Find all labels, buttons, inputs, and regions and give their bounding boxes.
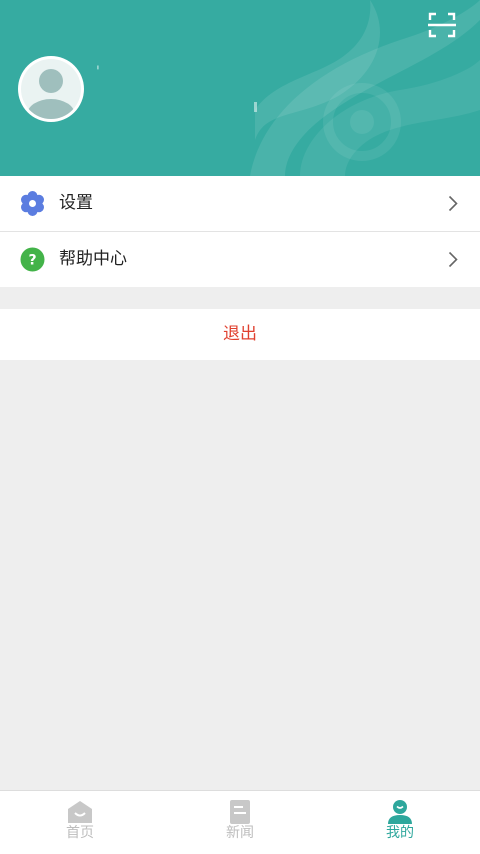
bottom-tab-bar: 首页 新闻 我的 [0, 790, 480, 854]
tab-label: 我的 [386, 825, 414, 841]
news-icon [230, 800, 250, 824]
menu-item-settings[interactable]: 设置 [0, 176, 480, 231]
scan-icon[interactable] [428, 12, 456, 38]
menu-item-label: 设置 [59, 193, 93, 213]
tab-mine[interactable]: 我的 [320, 791, 480, 854]
avatar[interactable] [18, 56, 84, 122]
tab-label: 首页 [66, 825, 94, 841]
chevron-right-icon [448, 251, 458, 268]
logout-button[interactable]: 退出 [0, 309, 480, 360]
tab-home[interactable]: 首页 [0, 791, 160, 854]
settings-menu: 设置 ? 帮助中心 [0, 176, 480, 287]
tab-label: 新闻 [226, 825, 254, 841]
menu-item-label: 帮助中心 [59, 249, 127, 269]
help-icon: ? [20, 247, 45, 272]
profile-header: ' [0, 0, 480, 176]
profile-icon [388, 800, 412, 824]
home-icon [68, 801, 92, 823]
gear-icon [21, 191, 44, 216]
chevron-right-icon [448, 195, 458, 212]
default-avatar-icon [27, 69, 75, 119]
tab-news[interactable]: 新闻 [160, 791, 320, 854]
svg-text:?: ? [28, 253, 36, 269]
menu-item-help-center[interactable]: ? 帮助中心 [0, 231, 480, 287]
username: ' [96, 64, 100, 80]
